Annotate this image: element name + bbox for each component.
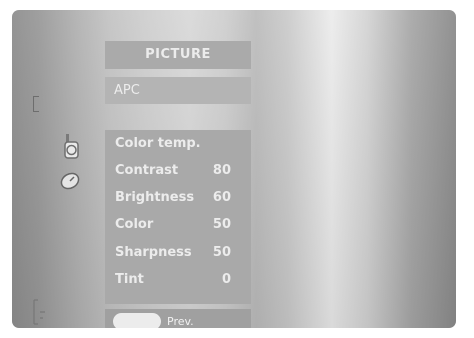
prev-button[interactable] — [113, 313, 161, 328]
menu-item-value: 80 — [212, 163, 231, 178]
menu-item-label: Color — [115, 217, 154, 232]
prev-label: Prev. — [167, 315, 194, 328]
menu-item-value: 0 — [221, 272, 231, 287]
menu-item-color-temp[interactable]: Color temp. — [105, 132, 251, 156]
menu-item-color[interactable]: Color 50 — [105, 213, 251, 237]
clock-icon[interactable] — [59, 170, 81, 192]
bracket-icon[interactable] — [33, 96, 39, 112]
tv-screen: PICTURE APC Color temp. Contrast 80 Brig… — [12, 10, 456, 328]
menu-item-apc[interactable]: APC — [105, 77, 251, 104]
menu-item-tint[interactable]: Tint 0 — [105, 268, 251, 292]
input-icon[interactable] — [32, 298, 46, 326]
menu-item-contrast[interactable]: Contrast 80 — [105, 159, 251, 183]
menu-item-label: Tint — [115, 272, 144, 287]
menu-item-brightness[interactable]: Brightness 60 — [105, 186, 251, 210]
menu-item-label: Brightness — [115, 190, 195, 205]
menu-item-sharpness[interactable]: Sharpness 50 — [105, 241, 251, 265]
menu-title: PICTURE — [105, 41, 251, 69]
menu-item-label: Sharpness — [115, 245, 192, 260]
menu-footer: Prev. — [105, 309, 251, 328]
picture-settings-list: Color temp. Contrast 80 Brightness 60 Co… — [105, 130, 251, 304]
menu-item-label: Color temp. — [115, 136, 201, 151]
menu-item-value: 60 — [212, 190, 231, 205]
menu-item-label: Contrast — [115, 163, 179, 178]
speaker-icon[interactable] — [64, 130, 79, 160]
menu-item-value: 50 — [212, 217, 231, 232]
menu-item-value: 50 — [212, 245, 231, 260]
